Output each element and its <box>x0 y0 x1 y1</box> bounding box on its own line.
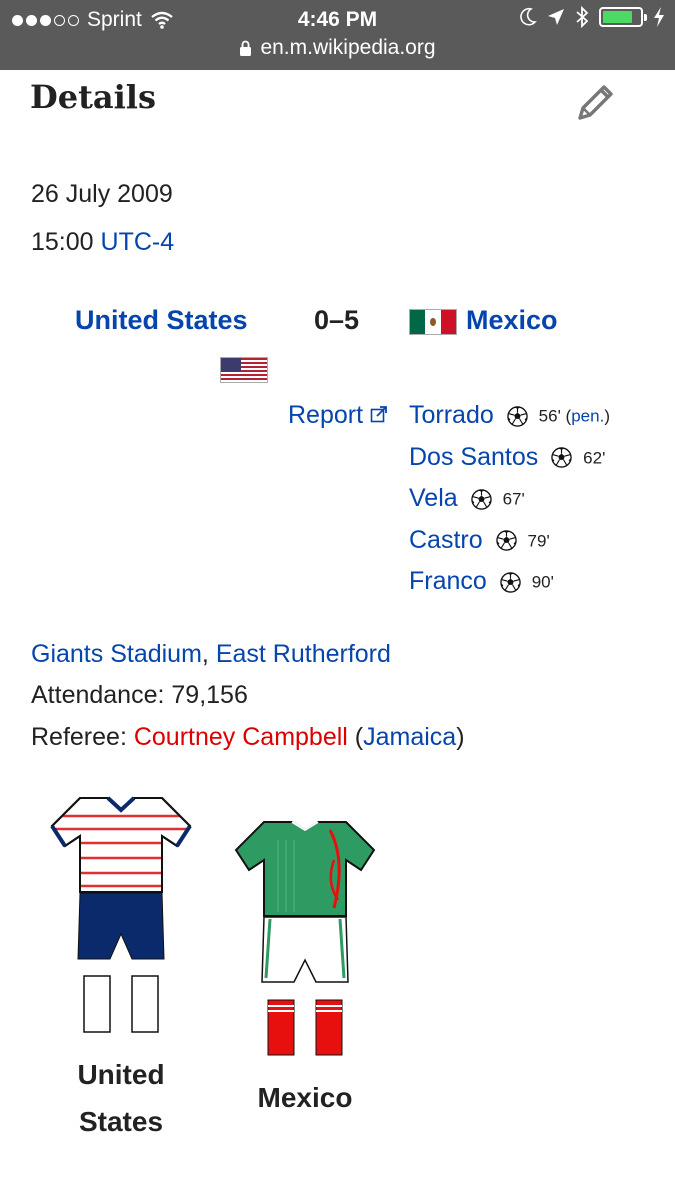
goal-scorer-link[interactable]: Castro <box>409 526 483 554</box>
penalty-link[interactable]: pen. <box>571 406 604 425</box>
score: 0–5 <box>314 305 360 335</box>
report-link[interactable]: Report <box>288 401 388 430</box>
attendance-line: Attendance: 79,156 <box>31 681 248 710</box>
football-icon <box>470 489 492 510</box>
goal-minute: 90' <box>531 572 554 592</box>
referee-link[interactable]: Courtney Campbell <box>134 723 348 751</box>
away-team-link[interactable]: Mexico <box>466 305 558 336</box>
referee-country-link[interactable]: Jamaica <box>363 723 456 751</box>
edit-pencil-icon[interactable] <box>574 80 618 124</box>
home-kit-icon <box>50 796 192 1033</box>
goal-row: Dos Santos 62' <box>409 443 605 472</box>
away-kit-icon <box>234 821 376 1056</box>
external-link-icon <box>370 406 387 423</box>
report-label: Report <box>288 401 364 429</box>
referee-line: Referee: Courtney Campbell (Jamaica) <box>31 723 465 751</box>
location-icon <box>548 9 564 25</box>
section-heading: Details <box>30 78 156 116</box>
home-team-link[interactable]: United States <box>75 305 248 336</box>
goal-minute: 79' <box>527 530 550 550</box>
lock-icon <box>240 40 252 56</box>
football-icon <box>551 447 572 469</box>
city-link[interactable]: East Rutherford <box>216 640 391 668</box>
goal-scorer-link[interactable]: Franco <box>409 567 487 595</box>
home-kit-label-line1: United <box>77 1059 165 1090</box>
goal-scorer-link[interactable]: Dos Santos <box>409 443 538 471</box>
usa-flag-icon <box>220 357 268 383</box>
football-icon <box>495 530 517 552</box>
goal-scorer-link[interactable]: Torrado <box>409 401 494 429</box>
goal-row: Franco 90' <box>409 567 554 596</box>
attendance-value: 79,156 <box>171 681 248 709</box>
url-text: en.m.wikipedia.org <box>260 36 436 59</box>
goal-minute: 56' <box>538 406 561 426</box>
home-kit-label: United States <box>50 1051 192 1145</box>
home-kit-label-line2: States <box>78 1106 164 1137</box>
away-kit-label: Mexico <box>257 1082 353 1113</box>
mexico-flag-icon <box>409 309 457 335</box>
goal-minute: 62' <box>583 447 606 467</box>
status-bar: Sprint 4:46 PM en.m.wikipedia.org <box>0 0 675 70</box>
stadium-link[interactable]: Giants Stadium <box>31 640 202 668</box>
battery-icon <box>599 7 647 27</box>
goal-note: (pen.) <box>560 406 610 426</box>
address-bar[interactable]: en.m.wikipedia.org <box>0 36 675 60</box>
timezone-link[interactable]: UTC-4 <box>101 228 175 256</box>
attendance-label: Attendance: <box>31 681 165 709</box>
football-icon <box>500 572 521 593</box>
football-icon <box>507 406 528 427</box>
match-time: 15:00 <box>31 228 94 256</box>
goal-row: Vela 67' <box>409 484 525 513</box>
venue-line: Giants Stadium, East Rutherford <box>31 640 391 668</box>
match-date: 26 July 2009 <box>31 180 173 208</box>
bluetooth-icon <box>576 6 589 28</box>
goal-row: Torrado 56' (pen.) <box>409 401 610 430</box>
goal-row: Castro 79' <box>409 526 550 555</box>
goal-scorer-link[interactable]: Vela <box>409 484 458 512</box>
referee-label: Referee: <box>31 723 127 751</box>
moon-icon <box>520 7 537 26</box>
charging-icon <box>654 7 664 27</box>
goal-minute: 67' <box>502 489 525 509</box>
match-time-line: 15:00 UTC-4 <box>31 228 174 257</box>
